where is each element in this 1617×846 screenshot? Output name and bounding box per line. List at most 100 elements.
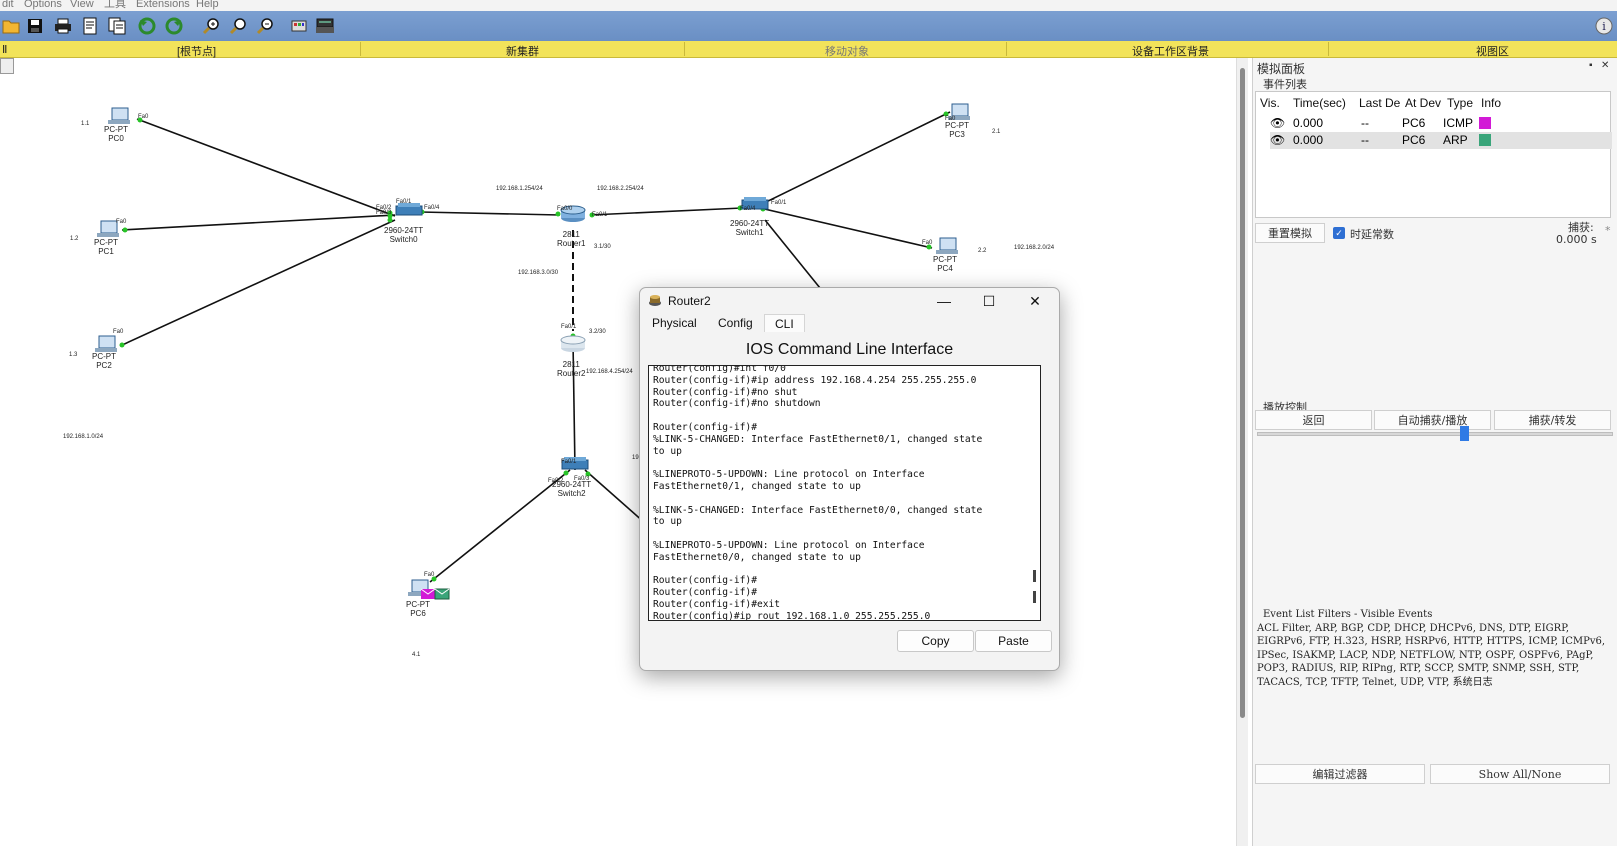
svg-text:i: i <box>1602 20 1606 33</box>
pc2-ip-label: 1.3 <box>69 352 78 358</box>
router2-label: 2811 Router2 <box>557 360 586 378</box>
show-all-none-button[interactable]: Show All/None <box>1430 764 1610 784</box>
pc3-label: PC-PT PC3 <box>945 121 969 139</box>
port-label-r1-a: Fa0/0 <box>557 206 573 212</box>
undo-icon[interactable] <box>136 15 158 37</box>
terminal-scroll-thumb-2[interactable] <box>1033 591 1036 603</box>
canvas-scrollbar[interactable] <box>1236 58 1248 846</box>
eye-icon[interactable]: 👁 <box>1270 116 1285 130</box>
close-icon[interactable]: ✕ <box>1020 290 1050 312</box>
event-last-device: -- <box>1361 133 1369 147</box>
move-object-button[interactable]: 移动对象 <box>825 43 869 59</box>
open-folder-icon[interactable] <box>0 15 22 37</box>
port-label-sw1-b: Fa0/1 <box>771 200 787 206</box>
new-cluster-button[interactable]: 新集群 <box>506 43 539 59</box>
menu-edit[interactable]: dit <box>2 0 14 10</box>
main-toolbar: i <box>0 11 1617 41</box>
port-label-pc1: Fa0 <box>116 219 127 225</box>
copy-button[interactable]: Copy <box>897 630 974 652</box>
copy-doc-icon[interactable] <box>106 15 128 37</box>
port-label-sw0-a: Fa0/1 <box>396 199 412 205</box>
net-label-9: 19 <box>632 455 639 461</box>
simulation-panel: 模拟面板 ▪ ✕ 事件列表 Vis. Time(sec) Last De At … <box>1252 58 1617 846</box>
info-swatch-icmp[interactable] <box>1479 117 1491 129</box>
save-icon[interactable] <box>24 15 46 37</box>
col-type[interactable]: Type <box>1447 96 1473 110</box>
net-label-3: 192.168.3.0/30 <box>518 270 559 276</box>
packet-tracer-window: dit Options View 工具 Extensions Help i Ⅱ … <box>0 0 1617 846</box>
minimize-icon[interactable]: — <box>929 290 959 312</box>
constant-delay-checkbox[interactable]: ✓ <box>1333 227 1345 239</box>
logical-workspace-bar: Ⅱ [根节点] 新集群 移动对象 设备工作区背景 视图区 <box>0 41 1617 58</box>
palette-icon[interactable] <box>288 15 310 37</box>
root-node-button[interactable]: [根节点] <box>177 43 216 59</box>
play-speed-slider[interactable] <box>1257 426 1613 441</box>
menu-tools[interactable]: 工具 <box>104 0 126 10</box>
col-time[interactable]: Time(sec) <box>1293 96 1346 110</box>
canvas-scroll-thumb[interactable] <box>1240 68 1245 718</box>
link-switch2-hidden <box>584 469 646 524</box>
col-last-device[interactable]: Last De <box>1359 96 1401 110</box>
event-at-device: PC6 <box>1402 133 1426 147</box>
viewport-button[interactable]: 视图区 <box>1476 43 1509 59</box>
play-speed-slider-thumb[interactable] <box>1460 426 1470 441</box>
capture-forward-button[interactable]: 捕获/转发 <box>1494 410 1611 430</box>
event-row[interactable]: 👁 0.000 -- PC6 ARP <box>1270 132 1612 149</box>
info-icon[interactable]: i <box>1593 15 1615 37</box>
info-swatch-arp[interactable] <box>1479 134 1491 146</box>
col-info[interactable]: Info <box>1481 96 1501 110</box>
print-icon[interactable] <box>52 15 74 37</box>
constant-delay-label: 时延常数 <box>1350 228 1394 241</box>
canvas-corner-icon <box>0 58 14 74</box>
custom-device-icon[interactable] <box>314 15 336 37</box>
port-label-r1-b: Fa0/1 <box>592 212 608 218</box>
port-label-pc2: Fa0 <box>113 329 124 335</box>
close-panel-icon[interactable]: ✕ <box>1601 60 1609 71</box>
edit-filters-button[interactable]: 编辑过滤器 <box>1255 764 1425 784</box>
port-label-r2: Fa0/1 <box>561 324 577 330</box>
menu-view[interactable]: View <box>70 0 94 10</box>
auto-capture-play-button[interactable]: 自动捕获/播放 <box>1374 410 1491 430</box>
port-label-sw0-c: Fa0/3 <box>376 210 392 216</box>
router2-dialog: Router2 — ☐ ✕ Physical Config CLI IOS Co… <box>639 287 1060 671</box>
back-button[interactable]: 返回 <box>1255 410 1372 430</box>
switch0-label: 2960-24TT Switch0 <box>384 226 424 244</box>
router-window-icon <box>649 295 661 306</box>
port-label-sw2-a: Fa0/1 <box>561 459 577 465</box>
zoom-reset-icon[interactable] <box>227 15 249 37</box>
tab-cli[interactable]: CLI <box>764 314 805 332</box>
switch1-label: 2960-24TT Switch1 <box>730 219 770 237</box>
undock-icon[interactable]: ▪ <box>1589 60 1593 71</box>
tab-physical[interactable]: Physical <box>642 314 707 332</box>
event-at-device: PC6 <box>1402 116 1426 130</box>
event-time: 0.000 <box>1293 133 1324 147</box>
terminal-output[interactable]: Router(config)#int f0/0 Router(config-if… <box>653 366 982 620</box>
event-last-device: -- <box>1361 116 1369 130</box>
port-label-sw2-b: Fa0/2 <box>548 478 564 484</box>
eye-icon[interactable]: 👁 <box>1270 133 1285 147</box>
reset-simulation-button[interactable]: 重置模拟 <box>1255 223 1325 243</box>
menu-options[interactable]: Options <box>24 0 62 10</box>
back-arrow-icon[interactable]: Ⅱ <box>2 43 7 56</box>
col-at-device[interactable]: At Dev <box>1405 96 1441 110</box>
net-label-5: 3.2/30 <box>589 329 606 335</box>
zoom-out-icon[interactable] <box>254 15 276 37</box>
link-pc0-switch0 <box>136 118 396 217</box>
net-label-6: 192.168.4.254/24 <box>586 369 633 375</box>
event-row[interactable]: 👁 0.000 -- PC6 ICMP <box>1270 115 1612 132</box>
port-label-sw0-d: Fa0/4 <box>424 205 440 211</box>
workspace-background-button[interactable]: 设备工作区背景 <box>1132 43 1209 59</box>
paste-button[interactable]: Paste <box>975 630 1052 652</box>
cli-terminal[interactable]: Router(config)#int f0/0 Router(config-if… <box>648 365 1041 621</box>
maximize-icon[interactable]: ☐ <box>974 290 1004 312</box>
menu-help[interactable]: Help <box>196 0 219 10</box>
tab-config[interactable]: Config <box>708 314 763 332</box>
activity-wizard-icon[interactable] <box>79 15 101 37</box>
col-vis[interactable]: Vis. <box>1260 96 1280 110</box>
pc1-label: PC-PT PC1 <box>94 238 118 256</box>
menu-extensions[interactable]: Extensions <box>136 0 190 10</box>
pc1-ip-label: 1.2 <box>70 236 79 242</box>
redo-icon[interactable] <box>163 15 185 37</box>
zoom-in-icon[interactable] <box>200 15 222 37</box>
terminal-scroll-thumb[interactable] <box>1033 570 1036 582</box>
